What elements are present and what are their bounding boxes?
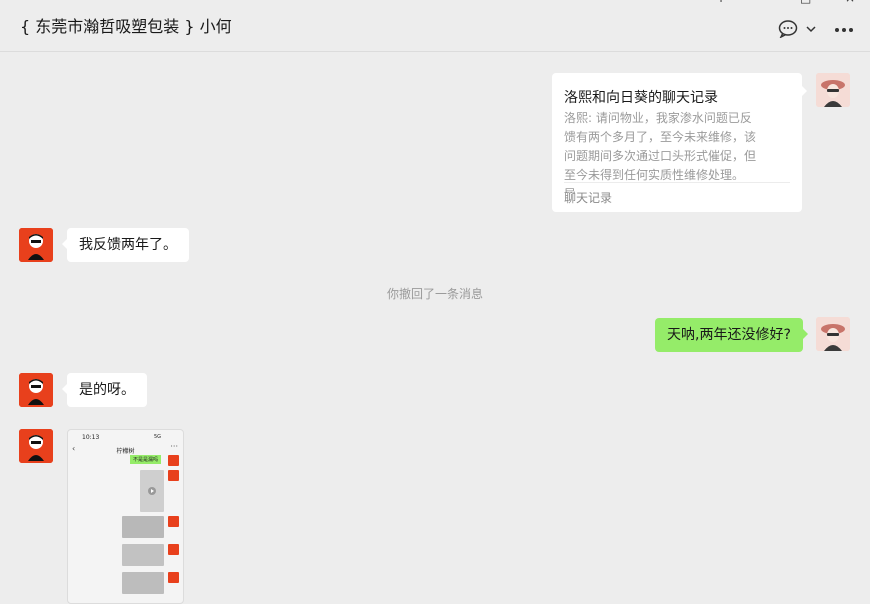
shot-photo-thumb [122,572,164,594]
shot-video-thumb [140,470,164,512]
outgoing-message[interactable]: 天呐,两年还没修好? [655,318,808,352]
card-divider [564,182,790,183]
cartoon-avatar-icon [19,373,53,407]
chat-record-card[interactable]: 洛熙和向日葵的聊天记录 洛熙: 请问物业，我家渗水问题已反馈有两个多月了，至今未… [552,73,807,212]
card-title: 洛熙和向日葵的聊天记录 [564,90,718,106]
card-preview: 洛熙: 请问物业，我家渗水问题已反馈有两个多月了，至今未来维修，该问题期间多次通… [564,111,757,193]
shot-photo-thumb [122,544,164,566]
shot-avatar [168,572,179,583]
shot-avatar [168,455,179,466]
shot-time: 10:13 [82,434,100,441]
incoming-message[interactable]: 我反馈两年了。 [62,228,189,262]
chevron-down-icon[interactable] [806,25,816,33]
self-avatar[interactable] [816,317,850,351]
contact-avatar[interactable] [19,228,53,262]
contact-avatar[interactable] [19,373,53,407]
avatar-photo-icon [816,317,850,351]
chat-bubble-icon[interactable] [778,20,798,38]
close-icon[interactable]: × [845,0,855,5]
card-footer: 聊天记录 [564,191,613,205]
shot-avatar [168,470,179,481]
maximize-icon[interactable]: □ [800,0,811,5]
incoming-message[interactable]: 是的呀。 [62,373,147,407]
shot-green-bubble: 不是是漏吗 [130,455,162,464]
shot-title: 柠檬树 [116,448,135,455]
shot-photo-thumb [122,516,164,538]
chat-title: { 东莞市瀚哲吸塑包装 } 小何 [20,17,232,36]
image-message[interactable]: 10:13 5G ‹ 柠檬树 ··· 不是是漏吗 [67,429,184,604]
cartoon-avatar-icon [19,429,53,463]
chat-header: { 东莞市瀚哲吸塑包装 } 小何 + □ × [0,0,870,52]
shot-more-icon: ··· [170,442,178,451]
shot-avatar [168,544,179,555]
shot-status: 5G [153,434,161,440]
pin-icon[interactable]: + [716,0,726,5]
contact-avatar[interactable] [19,429,53,463]
avatar-photo-icon [816,73,850,107]
cartoon-avatar-icon [19,228,53,262]
self-avatar[interactable] [816,73,850,107]
recall-notice: 你撤回了一条消息 [386,287,483,301]
play-icon [148,487,156,495]
more-icon[interactable] [834,27,854,33]
shot-avatar [168,516,179,527]
